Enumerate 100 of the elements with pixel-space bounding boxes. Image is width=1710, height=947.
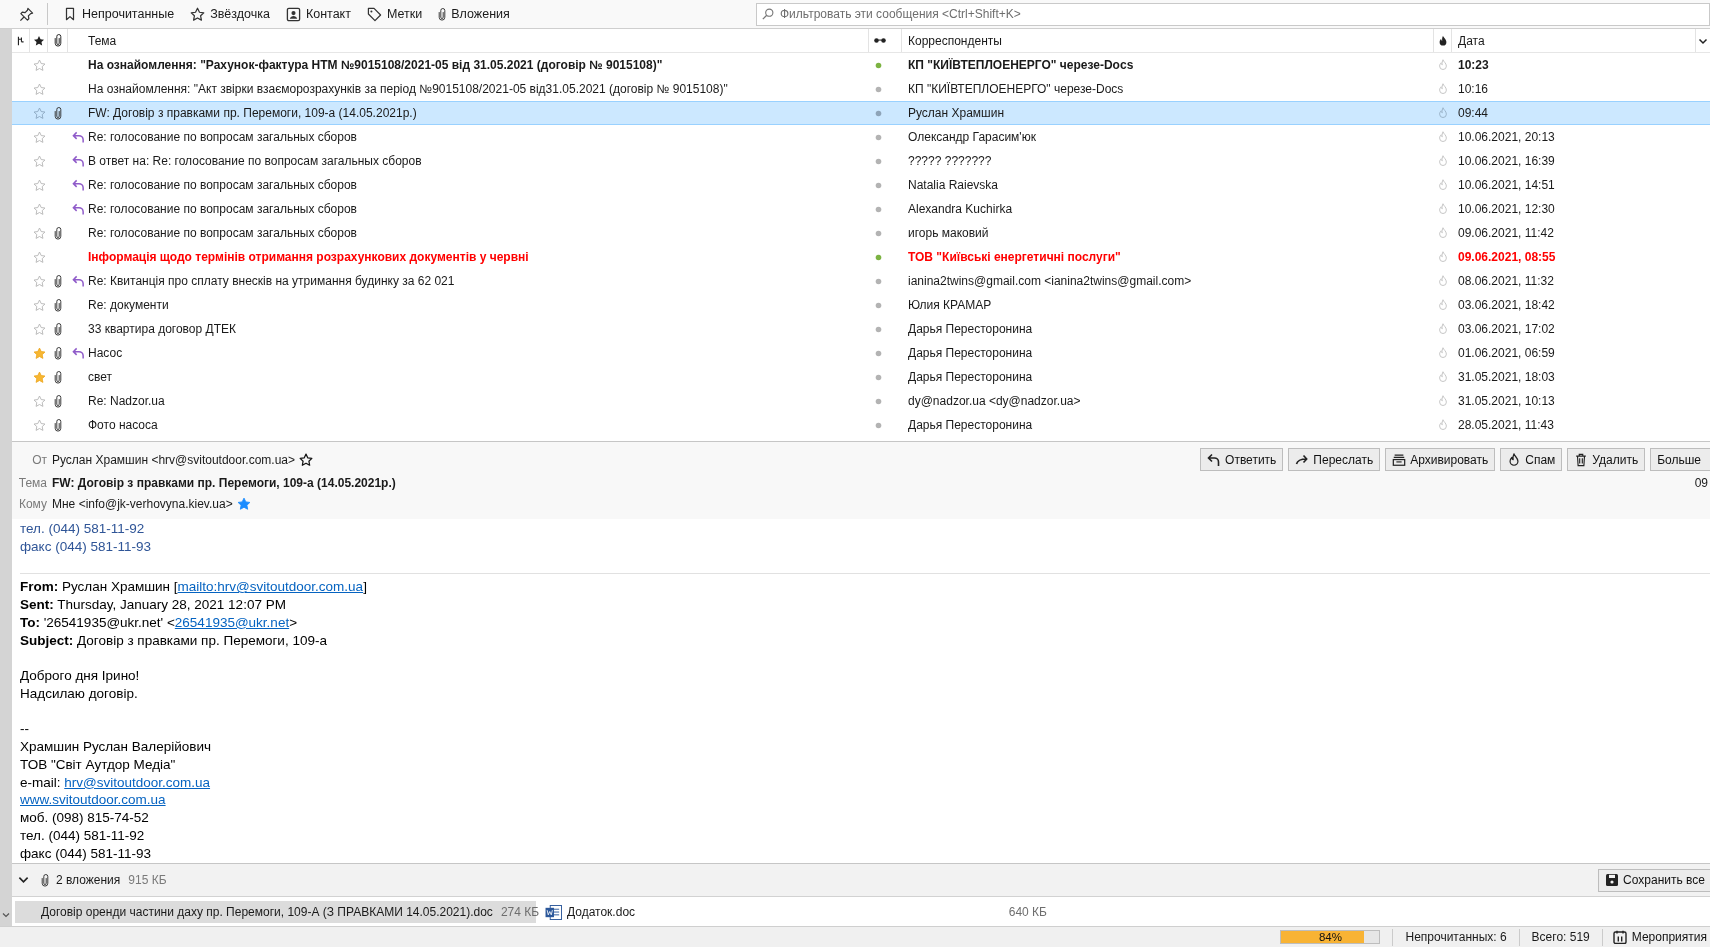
archive-button[interactable]: Архивировать (1385, 448, 1496, 471)
status-dot-icon[interactable] (875, 253, 882, 261)
hyperlink[interactable]: 26541935@ukr.net (174, 614, 290, 630)
reply-button[interactable]: Ответить (1200, 448, 1284, 471)
status-dot-icon[interactable] (875, 133, 882, 141)
recipient-address[interactable]: Мне <info@jk-verhovyna.kiev.ua> (52, 496, 233, 511)
star-icon[interactable] (32, 154, 46, 168)
message-row[interactable]: FW: Договір з правками пр. Перемоги, 109-а (14.05.2021р.) Руслан Храмшин 09:44 (12, 101, 1710, 125)
column-header[interactable]: Дата (1458, 33, 1485, 48)
status-dot-icon[interactable] (875, 421, 882, 429)
starred-filter-button[interactable]: Звёздочка (185, 3, 275, 25)
sender-address[interactable]: Руслан Храмшин <hrv@svitoutdoor.com.ua> (52, 452, 295, 467)
paperclip-icon[interactable] (53, 34, 62, 47)
hyperlink[interactable]: www.svitoutdoor.com.ua (20, 792, 166, 808)
star-icon[interactable] (236, 496, 251, 511)
status-dot-icon[interactable] (875, 61, 882, 69)
forward-button[interactable]: Переслать (1288, 448, 1381, 471)
date-text: 10.06.2021, 14:51 (1458, 178, 1555, 192)
body-text: Доброго дня Ірино! (20, 668, 140, 683)
message-row[interactable]: Re: голосование по вопросам загальных сборов Natalia Raievska 10.06.2021, 14:51 (12, 173, 1710, 197)
status-dot-icon[interactable] (875, 205, 882, 213)
star-icon[interactable] (32, 418, 46, 432)
column-header[interactable]: Корреспонденты (908, 33, 1002, 48)
contact-card-icon (285, 6, 301, 22)
subject-text: Re: Nadzor.ua (88, 394, 165, 408)
signature-line: факс (044) 581-11-93 (20, 538, 151, 554)
star-icon[interactable] (32, 346, 46, 360)
star-icon[interactable] (32, 370, 46, 384)
status-dot-icon[interactable] (875, 325, 882, 333)
star-icon[interactable] (32, 178, 46, 192)
message-row[interactable]: 33 квартира договор ДТЕК Дарья Пересторонина 03.06.2021, 17:02 (12, 317, 1710, 341)
scrollbar[interactable] (0, 29, 12, 926)
junk-button[interactable]: Спам (1500, 448, 1563, 471)
attachment-item[interactable]: Додаток.doc 640 КБ (541, 901, 1053, 923)
status-dot-icon[interactable] (875, 397, 882, 405)
message-row[interactable]: На ознайомлення: "Рахунок-фактура НТМ №9015108/2021-05 від 31.05.2021 (договір № 9015108)" КП "КИЇВТЕПЛОЕНЕРГО" черезе-Docs 10:23 (12, 53, 1710, 77)
field-label: Кому (17, 496, 47, 511)
forwarded-header-line: Subject: Договір з правками пр. Перемоги, 109-а (20, 632, 327, 648)
star-icon[interactable] (32, 298, 46, 312)
status-dot-icon[interactable] (875, 277, 882, 285)
attachment-filter-button[interactable]: Вложения (433, 3, 515, 25)
status-dot-icon[interactable] (875, 157, 882, 165)
bookmark-icon (63, 7, 77, 21)
message-row[interactable]: В ответ на: Re: голосование по вопросам загальных сборов ????? ??????? 10.06.2021, 16:39 (12, 149, 1710, 173)
message-row[interactable]: Re: документи Юлия КРАМАР 03.06.2021, 18:42 (12, 293, 1710, 317)
status-dot-icon[interactable] (875, 181, 882, 189)
correspondent-text: Natalia Raievska (908, 178, 999, 192)
message-row[interactable]: свет Дарья Пересторонина 31.05.2021, 18:03 (12, 365, 1710, 389)
search-icon (762, 8, 774, 20)
status-dot-icon[interactable] (875, 301, 882, 309)
tags-filter-button[interactable]: Метки (361, 3, 428, 25)
contact-filter-button[interactable]: Контакт (280, 3, 356, 25)
unread-filter-button[interactable]: Непрочитанные (58, 3, 180, 25)
message-row[interactable]: Re: голосование по вопросам загальных сборов игорь маковий 09.06.2021, 11:42 (12, 221, 1710, 245)
star-icon[interactable] (32, 106, 46, 120)
star-icon[interactable] (32, 322, 46, 336)
message-row[interactable]: Re: голосование по вопросам загальных сборов Alexandra Kuchirka 10.06.2021, 12:30 (12, 197, 1710, 221)
status-dot-icon[interactable] (875, 349, 882, 357)
scroll-down-icon[interactable] (2, 912, 10, 918)
status-dot-icon[interactable] (875, 229, 882, 237)
subject-text: Фото насоса (88, 418, 158, 432)
total-count: Всего: 519 (1530, 930, 1591, 944)
message-row[interactable]: На ознайомлення: "Акт звірки взаєморозрахунків за період №9015108/2021-05 від31.05.2021 (договір № 9015108)" КП "КИЇВТЕПЛОЕНЕРГО" черезе-Docs 10:16 (12, 77, 1710, 101)
correspondent-text: Дарья Пересторонина (908, 418, 1033, 432)
message-row[interactable]: Інформація щодо термінів отримання розрахункових документів у червні ТОВ "Київські енергетичні послуги" 09.06.2021, 08:55 (12, 245, 1710, 269)
status-dot-icon[interactable] (875, 109, 882, 117)
star-icon[interactable] (32, 82, 46, 96)
subject-text: На ознайомлення: "Рахунок-фактура НТМ №9015108/2021-05 від 31.05.2021 (договір № 9015108)" (88, 58, 663, 72)
delete-button[interactable]: Удалить (1567, 448, 1646, 471)
column-header[interactable]: Тема (88, 33, 117, 48)
star-icon[interactable] (32, 394, 46, 408)
message-row[interactable]: Re: Квитанція про сплату внесків на утримання будинку за 62 021 ianina2twins@gmail.com <ianina2twins@gmail.com> 08.06.2021, 11:32 (12, 269, 1710, 293)
events-button[interactable]: Мероприятия (1602, 930, 1710, 944)
date-text: 03.06.2021, 18:42 (1458, 298, 1555, 312)
star-icon[interactable] (32, 274, 46, 288)
subject-text: Насос (88, 346, 123, 360)
star-icon[interactable] (32, 250, 46, 264)
filter-field[interactable]: Фильтровать эти сообщения <Ctrl+Shift+K> (756, 2, 1710, 26)
message-row[interactable]: Фото насоса Дарья Пересторонина 28.05.2021, 11:43 (12, 413, 1710, 437)
message-row[interactable]: Насос Дарья Пересторонина 01.06.2021, 06:59 (12, 341, 1710, 365)
correspondent-text: Дарья Пересторонина (908, 322, 1033, 336)
star-icon[interactable] (32, 202, 46, 216)
star-icon[interactable] (32, 34, 45, 47)
chevron-down-icon[interactable] (18, 876, 29, 884)
star-icon[interactable] (32, 58, 46, 72)
reply-icon (1207, 452, 1222, 467)
star-icon[interactable] (32, 130, 46, 144)
status-dot-icon[interactable] (875, 85, 882, 93)
archive-icon (1392, 452, 1407, 467)
star-icon[interactable] (299, 452, 313, 467)
hyperlink[interactable]: hrv@svitoutdoor.com.ua (64, 774, 211, 790)
status-dot-icon[interactable] (875, 373, 882, 381)
glasses-icon[interactable] (873, 37, 887, 44)
correspondent-text: Олександр Гарасим'юк (908, 130, 1036, 144)
more-button[interactable]: Больше (1650, 448, 1710, 471)
star-icon[interactable] (32, 226, 46, 240)
message-row[interactable]: Re: голосование по вопросам загальных сборов Олександр Гарасим'юк 10.06.2021, 20:13 (12, 125, 1710, 149)
date-text: 10:23 (1458, 58, 1489, 72)
save-all-button[interactable]: Сохранить все (1598, 868, 1710, 892)
message-row[interactable]: Re: Nadzor.ua dy@nadzor.ua <dy@nadzor.ua> 31.05.2021, 10:13 (12, 389, 1710, 413)
